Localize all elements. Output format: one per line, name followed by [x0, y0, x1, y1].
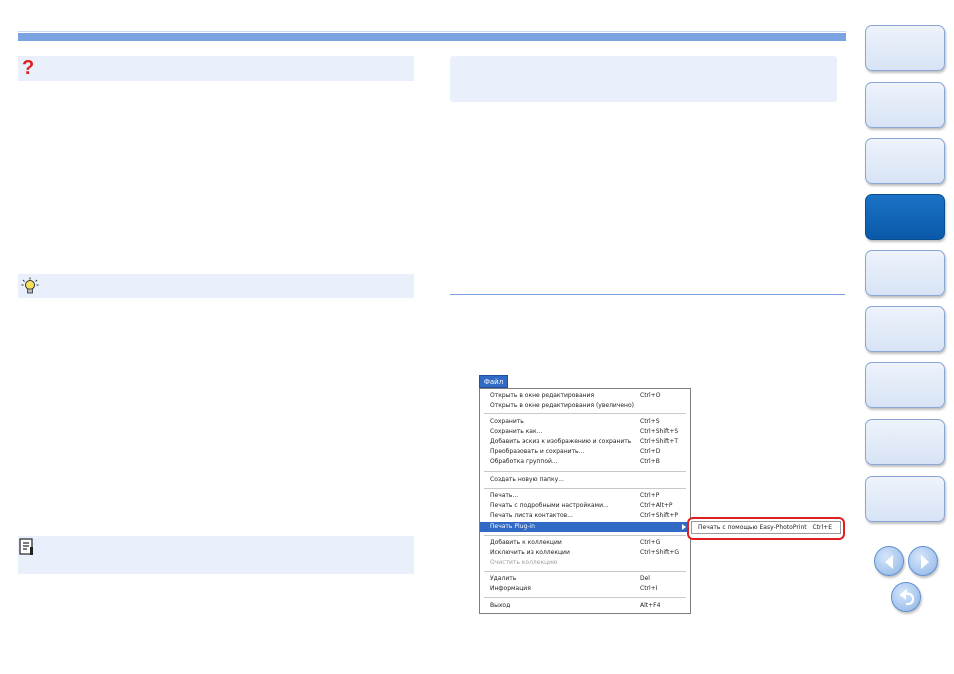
submenu-arrow-icon [682, 524, 686, 530]
menu-item[interactable]: Исключить из коллекции Ctrl+Shift+G [480, 548, 690, 558]
menu-item[interactable]: Удалить Del [480, 574, 690, 584]
memo-icon [19, 538, 33, 555]
info-box [450, 56, 837, 102]
hint-box [18, 274, 414, 298]
nav-tab-3[interactable] [865, 138, 945, 184]
menu-item[interactable]: Обработка группой... Ctrl+B [480, 457, 690, 467]
menu-item[interactable]: Добавить эскиз к изображению и сохранить… [480, 437, 690, 447]
menu-separator [484, 413, 686, 414]
faq-box [18, 56, 414, 81]
prev-page-button[interactable] [874, 546, 904, 576]
section-divider [450, 294, 845, 295]
nav-tab-1[interactable] [865, 25, 945, 71]
arrow-left-icon [885, 555, 893, 569]
nav-tab-5[interactable] [865, 250, 945, 296]
header-bar [18, 33, 846, 41]
submenu-easy-photoprint[interactable]: Печать с помощью Easy-PhotoPrint Ctrl+E [691, 521, 841, 534]
file-menu: Открыть в окне редактирования Ctrl+O Откр… [479, 388, 691, 614]
menu-item[interactable]: Открыть в окне редактирования Ctrl+O [480, 391, 690, 401]
nav-tab-7[interactable] [865, 362, 945, 408]
menu-item[interactable]: Выход Alt+F4 [480, 601, 690, 611]
menu-item[interactable]: Сохранить Ctrl+S [480, 417, 690, 427]
menu-separator [484, 488, 686, 489]
arrow-right-icon [921, 555, 929, 569]
menu-item[interactable]: Печать... Ctrl+P [480, 491, 690, 501]
next-page-button[interactable] [908, 546, 938, 576]
menu-item-disabled: Очистить коллекцию [490, 559, 558, 566]
menu-item[interactable]: Сохранить как... Ctrl+Shift+S [480, 427, 690, 437]
nav-tab-9[interactable] [865, 476, 945, 522]
menu-separator [484, 597, 686, 598]
menu-separator [484, 571, 686, 572]
menu-item-print-plugin[interactable]: Печать Plug-in [480, 522, 690, 532]
file-menu-title[interactable]: Файл [479, 375, 508, 388]
nav-tab-2[interactable] [865, 82, 945, 128]
nav-tab-6[interactable] [865, 306, 945, 352]
nav-tab-8[interactable] [865, 419, 945, 465]
note-box [18, 536, 414, 574]
question-icon: ? [22, 57, 35, 79]
lightbulb-icon [21, 277, 39, 294]
nav-tab-4-active[interactable] [865, 194, 945, 240]
menu-separator [484, 471, 686, 472]
menu-item[interactable]: Добавить к коллекции Ctrl+G [480, 538, 690, 548]
menu-item[interactable]: Преобразовать и сохранить... Ctrl+D [480, 447, 690, 457]
menu-separator [484, 535, 686, 536]
return-arrow-icon [899, 588, 915, 606]
menu-item[interactable]: Печать с подробными настройками... Ctrl+A… [480, 501, 690, 511]
header-line [18, 31, 846, 32]
menu-item[interactable]: Открыть в окне редактирования (увеличено… [480, 401, 690, 411]
menu-item[interactable]: Создать новую папку... [480, 475, 690, 485]
return-button[interactable] [891, 582, 921, 612]
menu-item[interactable]: Печать листа контактов... Ctrl+Shift+P [480, 511, 690, 521]
menu-item[interactable]: Информация Ctrl+I [480, 584, 690, 594]
